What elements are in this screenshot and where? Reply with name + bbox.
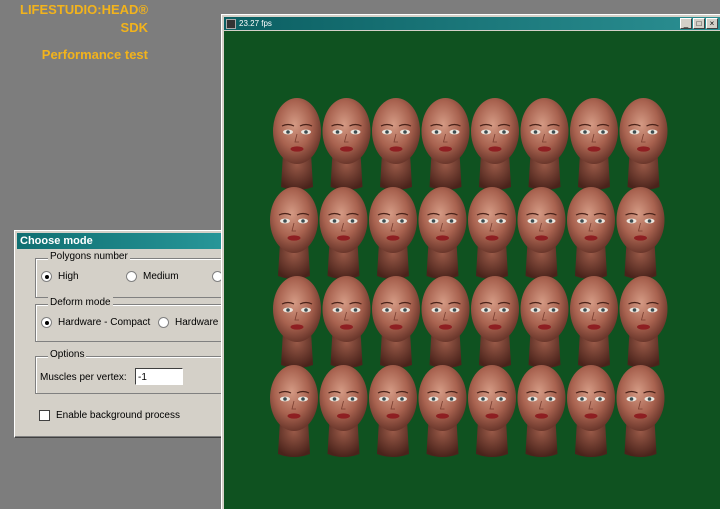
options-legend: Options (48, 349, 87, 360)
maximize-button[interactable]: □ (693, 18, 705, 29)
head (421, 276, 470, 368)
fps-readout: 23.27 fps (239, 19, 272, 28)
head (616, 365, 665, 457)
radio-high[interactable]: High (41, 271, 79, 282)
head (421, 98, 470, 190)
head (616, 187, 665, 279)
head (471, 276, 519, 368)
head (319, 365, 368, 457)
head-grid (270, 98, 668, 457)
radio-medium[interactable]: Medium (126, 271, 179, 282)
head (520, 276, 569, 368)
head (570, 276, 618, 368)
head (619, 98, 668, 190)
close-button[interactable]: × (706, 18, 718, 29)
head (468, 187, 516, 279)
head (517, 187, 566, 279)
head (567, 365, 615, 457)
muscles-input[interactable]: -1 (135, 368, 183, 385)
head (418, 187, 467, 279)
background-process-checkbox[interactable] (39, 410, 50, 421)
head (372, 276, 420, 368)
head (372, 98, 420, 190)
head (369, 187, 417, 279)
3d-viewport[interactable] (224, 31, 720, 509)
muscles-label: Muscles per vertex: (40, 372, 127, 383)
head (319, 187, 368, 279)
radio-hardware-compact[interactable]: Hardware - Compact (41, 317, 150, 328)
background-process-checkbox-row[interactable]: Enable background process (39, 410, 180, 421)
head (322, 276, 371, 368)
radio-hardware-other-indicator[interactable] (158, 317, 169, 328)
deform-legend: Deform mode (48, 297, 113, 308)
dialog-titlebar[interactable]: Choose mode (17, 233, 243, 249)
radio-medium-label: Medium (143, 271, 179, 282)
head (468, 365, 516, 457)
head (322, 98, 371, 190)
render-titlebar[interactable]: 23.27 fps _ □ × (224, 17, 720, 30)
head (619, 276, 668, 368)
head (270, 365, 318, 457)
sdk-title: LIFESTUDIO:HEAD® SDK (20, 2, 149, 35)
head (270, 187, 318, 279)
radio-high-label: High (58, 271, 79, 282)
head (567, 187, 615, 279)
head (273, 276, 321, 368)
radio-hardware-compact-label: Hardware - Compact (58, 317, 151, 328)
background-process-label: Enable background process (56, 410, 180, 421)
head (369, 365, 417, 457)
head (273, 98, 321, 190)
performance-test-label: Performance test (41, 47, 148, 62)
choose-mode-dialog: Choose mode Polygons number High Medium … (14, 230, 256, 438)
head (471, 98, 519, 190)
head (520, 98, 569, 190)
polygons-legend: Polygons number (48, 251, 130, 262)
render-window: 23.27 fps _ □ × (221, 14, 720, 509)
radio-high-indicator[interactable] (41, 271, 52, 282)
radio-hardware-compact-indicator[interactable] (41, 317, 52, 328)
minimize-button[interactable]: _ (680, 18, 692, 29)
radio-medium-indicator[interactable] (126, 271, 137, 282)
head (418, 365, 467, 457)
head (570, 98, 618, 190)
head (517, 365, 566, 457)
radio-hardware-other[interactable]: Hardware - I (158, 317, 230, 328)
app-icon (226, 19, 236, 29)
